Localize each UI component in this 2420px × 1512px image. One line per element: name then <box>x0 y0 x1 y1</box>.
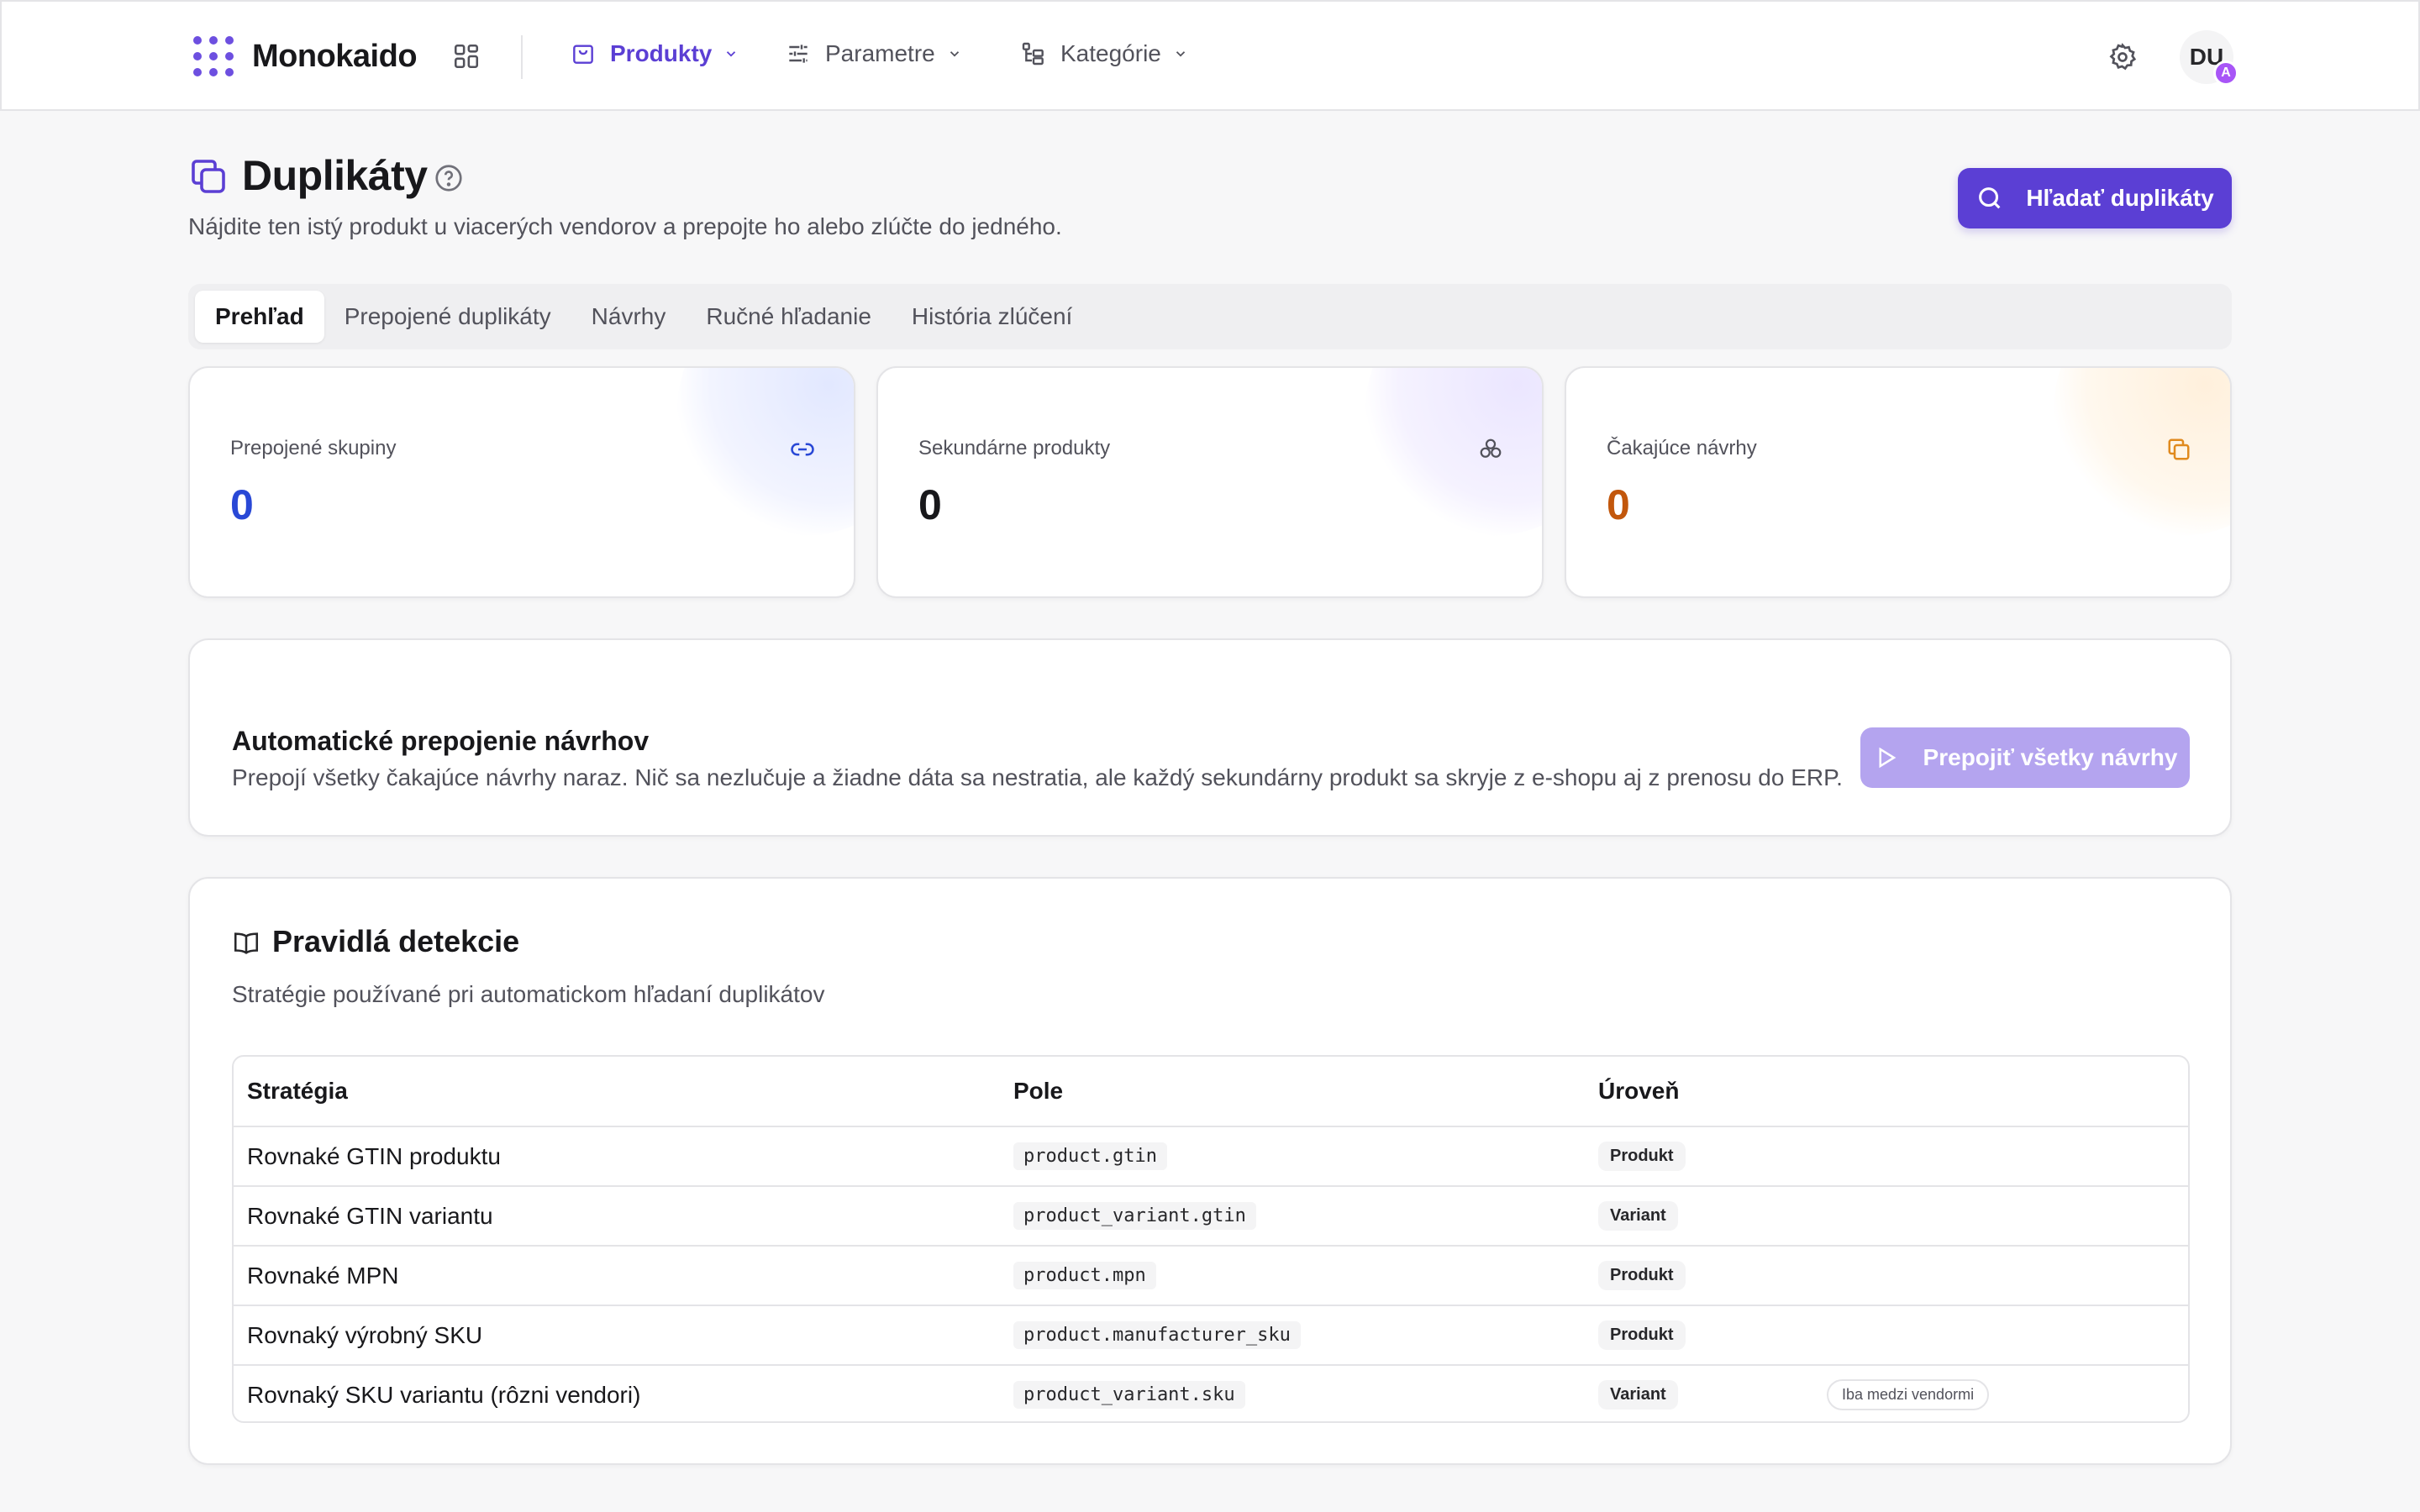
tab-navrhy[interactable]: Návrhy <box>571 291 687 343</box>
play-icon <box>1879 747 1896 769</box>
stat-card-linked-groups: Prepojené skupiny 0 <box>188 366 855 598</box>
tab-rucne-hladanie[interactable]: Ručné hľadanie <box>686 291 892 343</box>
nav-item-label: Produkty <box>610 40 713 66</box>
stat-label: Sekundárne produkty <box>918 437 1111 459</box>
level-badge: Produkt <box>1598 1142 1686 1171</box>
brand-dots-icon <box>193 36 234 76</box>
column-header-strategy: Stratégia <box>247 1078 348 1104</box>
strategy-cell: Rovnaký SKU variantu (rôzni vendori) <box>247 1381 641 1408</box>
decorative-blob <box>677 368 854 536</box>
table-row: Rovnaký výrobný SKU product.manufacturer… <box>234 1305 2188 1364</box>
duplicate-icon <box>192 160 225 193</box>
stat-value: 0 <box>1607 481 1630 528</box>
brand-name: Monokaido <box>252 38 418 74</box>
table-row: Rovnaký SKU variantu (rôzni vendori) pro… <box>234 1364 2188 1421</box>
vendor-only-note-badge: Iba medzi vendormi <box>1827 1379 1990 1410</box>
avatar-badge: A <box>2213 60 2238 86</box>
brand-logo[interactable]: Monokaido <box>193 32 418 81</box>
auto-link-description: Prepojí všetky čakajúce návrhy naraz. Ni… <box>232 764 1843 790</box>
field-code: product.gtin <box>1013 1142 1167 1170</box>
user-avatar[interactable]: DU A <box>2180 30 2238 86</box>
copy-icon <box>2168 438 2190 460</box>
table-row: Rovnaké GTIN variantu product_variant.gt… <box>234 1185 2188 1245</box>
link-all-suggestions-label: Prepojiť všetky návrhy <box>1923 744 2178 770</box>
level-badge: Produkt <box>1598 1261 1686 1290</box>
cluster-icon <box>1480 438 1502 458</box>
search-duplicates-button[interactable]: Hľadať duplikáty <box>1958 168 2232 228</box>
stat-value: 0 <box>918 481 942 528</box>
help-circle-icon[interactable] <box>434 163 464 193</box>
nav-item-kategorie[interactable]: Kategórie <box>1020 35 1188 72</box>
search-duplicates-label: Hľadať duplikáty <box>2026 185 2214 211</box>
tab-prehlad[interactable]: Prehľad <box>195 291 324 343</box>
field-code: product_variant.sku <box>1013 1381 1245 1409</box>
table-row: Rovnaké GTIN produktu product.gtin Produ… <box>234 1126 2188 1185</box>
table-row: Rovnaké MPN product.mpn Produkt <box>234 1245 2188 1305</box>
nav-divider <box>521 35 523 79</box>
level-badge: Variant <box>1598 1380 1678 1410</box>
nav-item-label: Parametre <box>825 40 935 66</box>
chevron-down-icon <box>1176 51 1186 57</box>
top-navigation-bar: Monokaido Produkty Parametre Kategórie D… <box>0 0 2420 111</box>
sliders-icon <box>789 45 808 63</box>
tree-icon <box>1022 42 1044 66</box>
chevron-down-icon <box>727 51 736 57</box>
column-header-field: Pole <box>1013 1078 1064 1104</box>
strategy-cell: Rovnaké MPN <box>247 1262 399 1289</box>
stat-label: Prepojené skupiny <box>230 437 397 459</box>
strategy-cell: Rovnaký výrobný SKU <box>247 1321 483 1348</box>
level-badge: Produkt <box>1598 1320 1686 1350</box>
decorative-blob <box>2054 368 2230 536</box>
decorative-blob <box>1365 368 1542 536</box>
tab-bar: Prehľad Prepojené duplikáty Návrhy Ručné… <box>188 284 2232 349</box>
link-icon <box>791 443 814 456</box>
field-code: product.manufacturer_sku <box>1013 1321 1301 1349</box>
shopping-bag-icon <box>573 45 593 64</box>
grid-apps-icon[interactable] <box>452 42 481 71</box>
link-all-suggestions-button[interactable]: Prepojiť všetky návrhy <box>1860 727 2190 788</box>
stat-value: 0 <box>230 481 254 528</box>
rules-description: Stratégie používané pri automatickom hľa… <box>232 981 825 1007</box>
field-code: product_variant.gtin <box>1013 1202 1256 1230</box>
column-header-level: Úroveň <box>1598 1078 1680 1104</box>
settings-gear-icon[interactable] <box>2107 42 2138 72</box>
field-code: product.mpn <box>1013 1262 1156 1289</box>
stat-label: Čakajúce návrhy <box>1607 437 1757 459</box>
page-title: Duplikáty <box>242 152 428 199</box>
nav-item-label: Kategórie <box>1060 40 1161 66</box>
table-header-row: Stratégia Pole Úroveň <box>234 1057 2188 1126</box>
tab-historia-zluceni[interactable]: História zlúčení <box>892 291 1092 343</box>
chevron-down-icon <box>950 51 959 57</box>
page-subtitle: Nájdite ten istý produkt u viacerých ven… <box>188 213 1062 239</box>
strategy-cell: Rovnaké GTIN produktu <box>247 1142 501 1169</box>
level-badge: Variant <box>1598 1201 1678 1231</box>
auto-link-title: Automatické prepojenie návrhov <box>232 726 650 756</box>
tab-prepojene-duplikaty[interactable]: Prepojené duplikáty <box>324 291 571 343</box>
search-icon <box>1979 187 2001 209</box>
strategy-cell: Rovnaké GTIN variantu <box>247 1202 493 1229</box>
nav-item-parametre[interactable]: Parametre <box>785 35 962 72</box>
rules-table: Stratégia Pole Úroveň Rovnaké GTIN produ… <box>232 1055 2190 1423</box>
detection-rules-card: Pravidlá detekcie Stratégie používané pr… <box>188 877 2232 1465</box>
rules-title: Pravidlá detekcie <box>272 924 520 958</box>
stat-card-secondary-products: Sekundárne produkty 0 <box>876 366 1544 598</box>
stat-card-pending-suggestions: Čakajúce návrhy 0 <box>1565 366 2232 598</box>
open-book-icon <box>234 932 259 954</box>
nav-item-produkty[interactable]: Produkty <box>570 35 739 72</box>
